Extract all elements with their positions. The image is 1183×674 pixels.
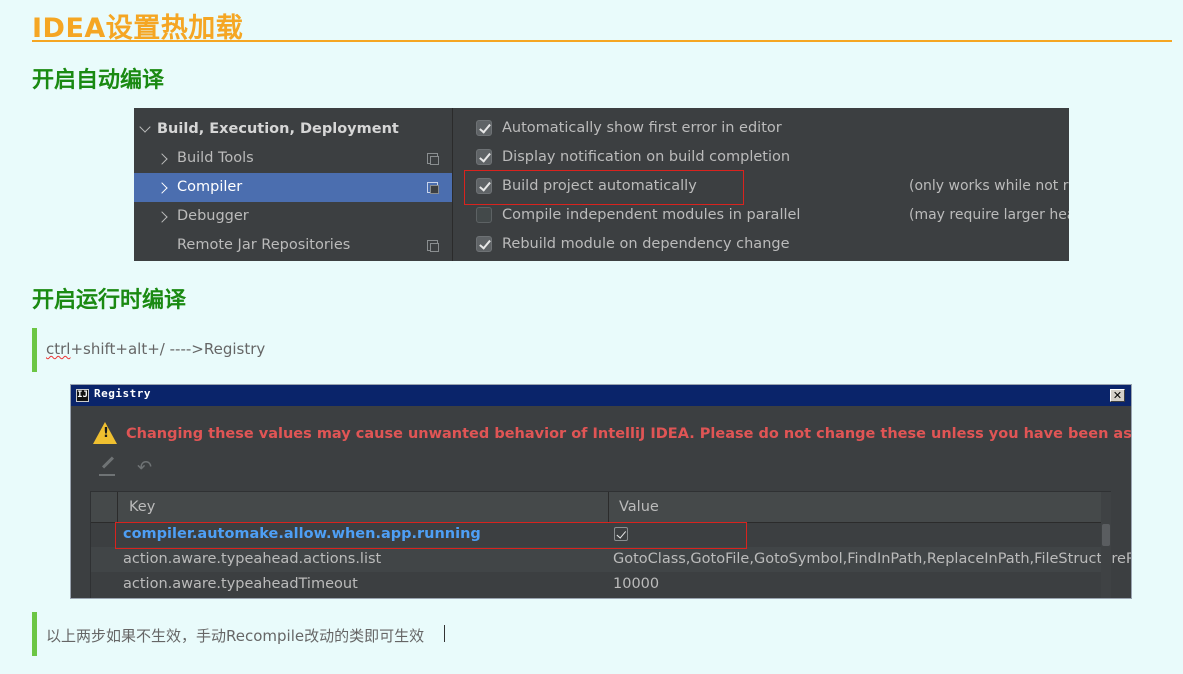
column-value[interactable]: Value: [619, 492, 659, 522]
highlight-box: [464, 170, 744, 205]
text-cursor: [444, 625, 445, 642]
warning-message: Changing these values may cause unwanted…: [126, 426, 1132, 442]
title-divider: [32, 40, 1172, 42]
edit-icon-underline: [99, 474, 115, 476]
settings-panel: Build, Execution, Deployment Build Tools…: [134, 108, 1069, 261]
table-scrollbar[interactable]: [1101, 492, 1111, 598]
warning-icon: !: [93, 422, 117, 444]
chevron-right-icon: [156, 211, 168, 223]
quote-bar: [32, 328, 37, 372]
undo-icon[interactable]: ↶: [137, 459, 152, 477]
copy-icon: [427, 240, 439, 252]
tree-item-remote-jar-repositories[interactable]: Remote Jar Repositories: [134, 231, 452, 260]
section-heading-runtime-compile: 开启运行时编译: [32, 288, 187, 313]
copy-icon: [427, 153, 439, 165]
column-separator: [117, 492, 118, 522]
registry-dialog: IJ Registry ✕ ! Changing these values ma…: [70, 384, 1132, 599]
tree-item-label: Debugger: [177, 208, 249, 224]
checkbox-icon[interactable]: [476, 149, 492, 165]
registry-title: Registry: [94, 387, 151, 400]
table-row[interactable]: action.aware.typeaheadTimeout 10000: [91, 572, 1101, 597]
option-note: (only works while not ru: [909, 178, 1069, 194]
tree-item-compiler[interactable]: Compiler: [134, 173, 452, 202]
option-label: Rebuild module on dependency change: [502, 236, 790, 252]
tree-item-debugger[interactable]: Debugger: [134, 202, 452, 231]
row-value: GotoClass,GotoFile,GotoSymbol,FindInPath…: [613, 551, 1132, 567]
tree-item-label: Remote Jar Repositories: [177, 237, 351, 253]
tree-item-label: Build Tools: [177, 150, 254, 166]
checkbox-icon[interactable]: [476, 236, 492, 252]
quote-bar: [32, 612, 37, 656]
tree-item-label: Build, Execution, Deployment: [157, 121, 399, 137]
panel-divider: [452, 108, 453, 261]
fallback-tip: 以上两步如果不生效，手动Recompile改动的类即可生效: [46, 627, 425, 645]
shortcut-text: ctrl+shift+alt+/ ---->Registry: [46, 340, 265, 358]
column-key[interactable]: Key: [129, 492, 155, 522]
option-label: Automatically show first error in editor: [502, 120, 782, 136]
highlight-box: [115, 522, 747, 549]
settings-tree: Build, Execution, Deployment Build Tools…: [134, 108, 452, 261]
row-key: action.aware.typeahead.actions.list: [123, 551, 382, 567]
chevron-right-icon: [156, 153, 168, 165]
copy-icon: [427, 182, 439, 194]
table-row[interactable]: action.aware.typeahead.actions.list Goto…: [91, 547, 1131, 572]
scrollbar-thumb[interactable]: [1102, 524, 1110, 546]
checkbox-icon[interactable]: [476, 207, 492, 223]
option-label: Compile independent modules in parallel: [502, 207, 801, 223]
close-icon[interactable]: ✕: [1110, 389, 1125, 402]
edit-icon[interactable]: [101, 456, 115, 469]
spellcheck-word: ctrl: [46, 340, 71, 358]
section-heading-auto-compile: 开启自动编译: [32, 68, 165, 93]
tree-item-label: Compiler: [177, 179, 243, 195]
table-header: Key Value: [91, 492, 1101, 523]
shortcut-rest: +shift+alt+/ ---->Registry: [70, 340, 266, 358]
tree-item-build-tools[interactable]: Build Tools: [134, 144, 452, 173]
registry-title-bar: IJ Registry ✕: [71, 385, 1131, 406]
checkbox-icon[interactable]: [476, 120, 492, 136]
row-value: 10000: [613, 576, 660, 592]
column-separator: [608, 492, 609, 522]
tree-item-build-execution-deployment[interactable]: Build, Execution, Deployment: [134, 115, 452, 144]
option-note: (may require larger heap: [909, 207, 1069, 223]
chevron-down-icon: [139, 121, 151, 133]
option-label: Display notification on build completion: [502, 149, 791, 165]
chevron-right-icon: [156, 182, 168, 194]
intellij-icon: IJ: [76, 389, 89, 402]
row-key: action.aware.typeaheadTimeout: [123, 576, 358, 592]
